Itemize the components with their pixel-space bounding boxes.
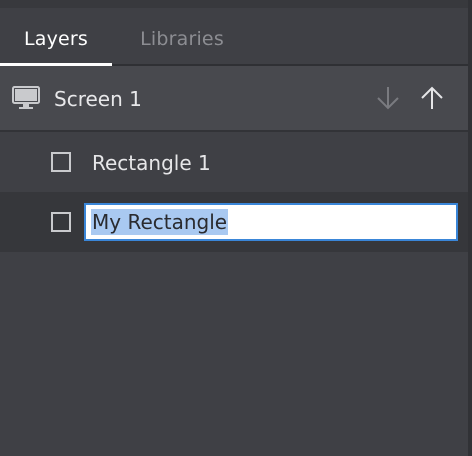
tab-libraries[interactable]: Libraries	[128, 8, 236, 64]
tab-libraries-label: Libraries	[140, 28, 224, 50]
rectangle-checkbox-icon[interactable]	[51, 212, 71, 232]
arrow-up-icon[interactable]	[418, 84, 446, 112]
layers-panel: Layers Libraries Screen 1 Rectangle 1 My…	[0, 0, 472, 456]
panel-top-strip	[0, 0, 472, 8]
layer-label: Rectangle 1	[92, 151, 211, 175]
panel-tabs: Layers Libraries	[0, 8, 468, 66]
layer-row-editing[interactable]: My Rectangle	[0, 192, 468, 252]
rename-input[interactable]: My Rectangle	[84, 203, 458, 241]
tab-layers-label: Layers	[23, 28, 89, 50]
arrow-down-icon[interactable]	[374, 84, 402, 112]
layer-row-rectangle-1[interactable]: Rectangle 1	[0, 132, 468, 192]
panel-right-edge	[468, 0, 472, 456]
screen-label: Screen 1	[54, 87, 142, 111]
rename-input-selected-text: My Rectangle	[91, 209, 229, 235]
monitor-icon	[12, 86, 40, 109]
screen-row[interactable]: Screen 1	[0, 66, 468, 132]
rectangle-checkbox-icon[interactable]	[51, 152, 71, 172]
tab-layers[interactable]: Layers	[0, 8, 112, 66]
